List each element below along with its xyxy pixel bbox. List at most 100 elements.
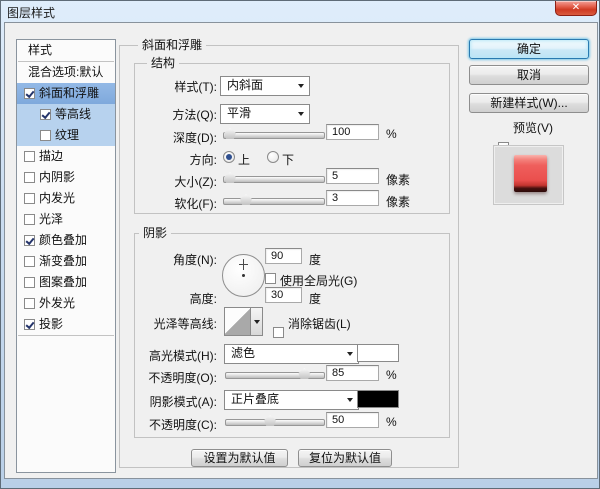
- shadow-opacity-input[interactable]: 50: [326, 412, 379, 428]
- titlebar[interactable]: 图层样式: [1, 1, 599, 22]
- sidebar-item-drop-shadow[interactable]: 投影: [17, 314, 115, 335]
- use-global-light-checkbox[interactable]: [265, 273, 276, 284]
- altitude-label: 高度:: [189, 292, 217, 306]
- direction-up-label: 上: [238, 153, 251, 167]
- shadow-opacity-label: 不透明度(C):: [149, 418, 217, 432]
- sidebar-item-outer-glow[interactable]: 外发光: [17, 293, 115, 314]
- new-style-button[interactable]: 新建样式(W)...: [469, 93, 589, 113]
- sidebar-item-blending-options[interactable]: 混合选项:默认: [17, 62, 115, 83]
- outer-glow-checkbox[interactable]: [24, 298, 35, 309]
- drop-shadow-checkbox[interactable]: [24, 319, 35, 330]
- contour-checkbox[interactable]: [40, 109, 51, 120]
- bevel-emboss-checkbox[interactable]: [24, 88, 35, 99]
- chevron-down-icon: [254, 320, 260, 324]
- soften-input[interactable]: 3: [326, 190, 379, 206]
- depth-label: 深度(D):: [173, 131, 217, 145]
- pattern-overlay-checkbox[interactable]: [24, 277, 35, 288]
- shading-group-title: 阴影: [139, 226, 172, 240]
- sidebar-item-inner-shadow[interactable]: 内阴影: [17, 167, 115, 188]
- shadow-mode-label: 阴影模式(A):: [149, 395, 217, 409]
- sidebar-item-satin[interactable]: 光泽: [17, 209, 115, 230]
- sidebar-item-texture[interactable]: 纹理: [17, 125, 115, 146]
- sidebar-item-label: 混合选项:默认: [28, 65, 104, 79]
- satin-checkbox[interactable]: [24, 214, 35, 225]
- sidebar-item-label: 等高线: [55, 107, 92, 121]
- depth-slider-thumb[interactable]: [224, 128, 236, 139]
- sidebar-item-label: 内阴影: [39, 170, 76, 184]
- angle-dial-center: [242, 274, 245, 277]
- ok-button[interactable]: 确定: [469, 39, 589, 59]
- direction-up-radio[interactable]: [223, 151, 235, 163]
- texture-checkbox[interactable]: [40, 130, 51, 141]
- size-slider[interactable]: [223, 172, 325, 184]
- reset-defaults-button[interactable]: 复位为默认值: [298, 449, 392, 467]
- highlight-opacity-unit: %: [386, 368, 397, 382]
- sidebar-item-gradient-overlay[interactable]: 渐变叠加: [17, 251, 115, 272]
- color-overlay-checkbox[interactable]: [24, 235, 35, 246]
- preview-label: 预览(V): [513, 121, 553, 135]
- cancel-button[interactable]: 取消: [469, 65, 589, 85]
- styles-list: 样式 混合选项:默认 斜面和浮雕 等高线 纹理 描边 内阴影 内发光 光泽 颜色…: [16, 39, 116, 473]
- sidebar-item-color-overlay[interactable]: 颜色叠加: [17, 230, 115, 251]
- set-defaults-button[interactable]: 设置为默认值: [191, 449, 288, 467]
- direction-down-label: 下: [282, 153, 295, 167]
- size-slider-thumb[interactable]: [224, 172, 236, 183]
- depth-input[interactable]: 100: [326, 124, 379, 140]
- sidebar-item-label: 投影: [39, 317, 64, 331]
- sidebar-item-label: 外发光: [39, 296, 76, 310]
- shadow-opacity-unit: %: [386, 415, 397, 429]
- technique-dropdown[interactable]: 平滑: [220, 104, 310, 124]
- highlight-opacity-input[interactable]: 85: [326, 365, 379, 381]
- size-slider-track[interactable]: [223, 176, 325, 183]
- preview-layer-image: [514, 155, 547, 192]
- highlight-opacity-slider[interactable]: [225, 368, 325, 380]
- sidebar-item-label: 内发光: [39, 191, 76, 205]
- angle-dial-needle: [239, 264, 248, 265]
- shadow-mode-dropdown[interactable]: 正片叠底: [224, 390, 359, 410]
- highlight-mode-value: 滤色: [231, 346, 256, 360]
- stroke-checkbox[interactable]: [24, 151, 35, 162]
- direction-label: 方向:: [189, 153, 217, 167]
- chevron-down-icon: [347, 398, 353, 402]
- soften-slider-track[interactable]: [223, 198, 325, 205]
- sidebar-item-contour[interactable]: 等高线: [17, 104, 115, 125]
- style-dropdown-value: 内斜面: [227, 78, 264, 92]
- highlight-mode-dropdown[interactable]: 滤色: [224, 344, 359, 364]
- soften-slider[interactable]: [223, 194, 325, 206]
- soften-label: 软化(F):: [174, 197, 217, 211]
- shadow-mode-value: 正片叠底: [231, 392, 280, 406]
- angle-input[interactable]: 90: [265, 248, 302, 264]
- shadow-opacity-thumb[interactable]: [264, 415, 277, 426]
- sidebar-item-styles[interactable]: 样式: [17, 40, 115, 61]
- highlight-color-swatch[interactable]: [357, 344, 399, 362]
- structure-group-title: 结构: [147, 56, 180, 70]
- gloss-contour-picker-button[interactable]: [250, 307, 263, 336]
- sidebar-item-label: 光泽: [39, 212, 64, 226]
- depth-slider[interactable]: [223, 128, 325, 140]
- depth-unit: %: [386, 127, 397, 141]
- highlight-opacity-thumb[interactable]: [298, 368, 311, 379]
- shadow-color-swatch[interactable]: [357, 390, 399, 408]
- sidebar-item-label: 斜面和浮雕: [39, 86, 100, 100]
- inner-glow-checkbox[interactable]: [24, 193, 35, 204]
- sidebar-item-pattern-overlay[interactable]: 图案叠加: [17, 272, 115, 293]
- soften-slider-thumb[interactable]: [240, 194, 252, 205]
- size-input[interactable]: 5: [326, 168, 379, 184]
- gradient-overlay-checkbox[interactable]: [24, 256, 35, 267]
- altitude-input[interactable]: 30: [265, 287, 302, 303]
- inner-shadow-checkbox[interactable]: [24, 172, 35, 183]
- angle-dial[interactable]: [222, 254, 265, 297]
- gloss-contour-label: 光泽等高线:: [153, 317, 217, 331]
- direction-down-radio[interactable]: [267, 151, 279, 163]
- sidebar-item-stroke[interactable]: 描边: [17, 146, 115, 167]
- angle-label: 角度(N):: [173, 253, 217, 267]
- close-button[interactable]: ✕: [555, 1, 597, 16]
- style-dropdown[interactable]: 内斜面: [220, 76, 310, 96]
- sidebar-item-inner-glow[interactable]: 内发光: [17, 188, 115, 209]
- sidebar-item-bevel-emboss[interactable]: 斜面和浮雕: [17, 83, 115, 104]
- sidebar-item-label: 样式: [28, 43, 53, 57]
- depth-slider-track[interactable]: [223, 132, 325, 139]
- shadow-opacity-slider[interactable]: [225, 415, 325, 427]
- gloss-contour-swatch[interactable]: [224, 307, 251, 336]
- anti-alias-checkbox[interactable]: [273, 327, 284, 338]
